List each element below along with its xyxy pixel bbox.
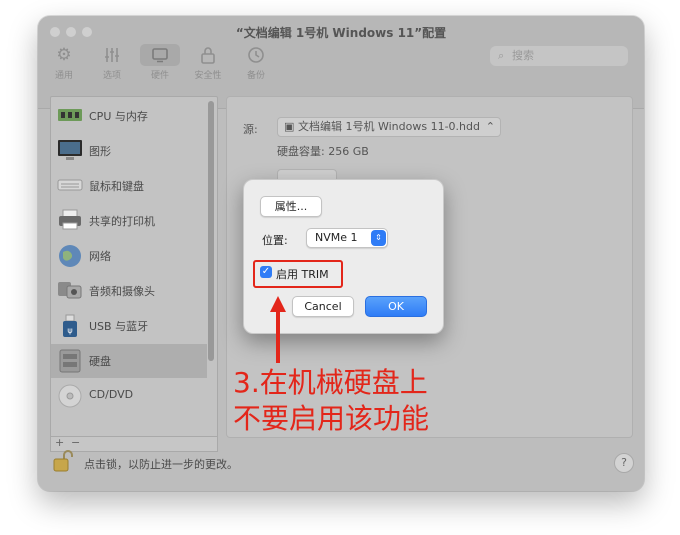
sidebar-item-label: CD/DVD (89, 388, 134, 401)
usb-icon: ψ (57, 314, 83, 337)
globe-icon (57, 244, 83, 267)
properties-button[interactable]: 属性... (260, 196, 322, 217)
chevron-updown-icon: ⌃ (485, 120, 495, 133)
cancel-button[interactable]: Cancel (292, 296, 354, 317)
lock-icon (188, 44, 228, 66)
toolbar-general-label: 通用 (54, 71, 73, 81)
printer-icon (57, 209, 83, 231)
source-value: 文档编辑 1号机 Windows 11-0.hdd (298, 120, 480, 133)
sidebar-item-label: 共享的打印机 (89, 215, 155, 228)
sliders-icon (92, 44, 132, 66)
toolbar-options-label: 选项 (102, 71, 121, 81)
chevron-updown-icon: ⇕ (371, 230, 386, 246)
monitor-icon (57, 139, 83, 161)
sidebar-scrollbar[interactable] (208, 101, 214, 361)
search-field[interactable]: ⌕ 搜索 (490, 46, 628, 66)
sidebar-item-mouse-keyboard[interactable]: 鼠标和键盘 (51, 169, 207, 203)
sidebar-item-label: 网络 (89, 250, 111, 263)
toolbar-backup[interactable]: 备份 (236, 44, 276, 81)
location-select[interactable]: NVMe 1 ⇕ (306, 228, 388, 248)
sidebar-item-cd-dvd[interactable]: CD/DVD (51, 379, 207, 413)
disk-capacity: 硬盘容量: 256 GB (277, 145, 369, 158)
sidebar-item-label: 音频和摄像头 (89, 285, 155, 298)
hard-disk-icon (57, 349, 83, 373)
toolbar-security[interactable]: 安全性 (188, 44, 228, 81)
sidebar-item-label: 鼠标和键盘 (89, 180, 144, 193)
toolbar-hardware[interactable]: 硬件 (140, 44, 180, 81)
annotation-text: 3.在机械硬盘上 不要启用该功能 (233, 365, 429, 437)
annotation-arrow-line (276, 311, 280, 363)
sidebar-item-printer[interactable]: 共享的打印机 (51, 204, 207, 238)
toolbar-general[interactable]: ⚙ 通用 (44, 44, 84, 81)
trim-checkbox[interactable]: ✓ (260, 266, 272, 278)
help-button[interactable]: ? (614, 453, 634, 473)
keyboard-icon (57, 174, 83, 196)
ok-button[interactable]: OK (365, 296, 427, 317)
toolbar-backup-label: 备份 (246, 71, 265, 81)
location-label: 位置: (262, 234, 288, 247)
toolbar-options[interactable]: 选项 (92, 44, 132, 81)
annotation-line-1: 3.在机械硬盘上 (233, 366, 428, 399)
hardware-sidebar: CPU 与内存 图形 鼠标和键盘 共享的打印机 网络 音频和摄像头 ψ USB … (50, 96, 218, 438)
unlock-icon[interactable] (52, 449, 74, 473)
cd-icon (57, 384, 83, 408)
sidebar-add-remove-bar: + − (50, 436, 218, 452)
sidebar-item-label: CPU 与内存 (89, 110, 148, 123)
sidebar-item-audio-camera[interactable]: 音频和摄像头 (51, 274, 207, 308)
hardware-icon (140, 44, 180, 66)
source-label: 源: (243, 123, 258, 136)
sidebar-item-usb-bluetooth[interactable]: ψ USB 与蓝牙 (51, 309, 207, 343)
source-select[interactable]: ▣ 文档编辑 1号机 Windows 11-0.hdd ⌃ (277, 117, 501, 137)
sidebar-item-label: 硬盘 (89, 355, 111, 368)
annotation-arrow-head (270, 296, 286, 312)
search-icon: ⌕ (498, 49, 505, 62)
toolbar-security-label: 安全性 (194, 71, 222, 81)
sidebar-item-label: USB 与蓝牙 (89, 320, 149, 333)
sidebar-item-network[interactable]: 网络 (51, 239, 207, 273)
annotation-line-2: 不要启用该功能 (233, 402, 430, 435)
disk-file-icon: ▣ (284, 120, 295, 133)
svg-text:ψ: ψ (67, 326, 72, 335)
search-placeholder: 搜索 (512, 49, 534, 62)
location-value: NVMe 1 (315, 231, 358, 244)
remove-device-button[interactable]: − (71, 436, 80, 449)
cpu-memory-icon (57, 104, 83, 126)
camera-icon (57, 279, 83, 301)
sidebar-item-label: 图形 (89, 145, 111, 158)
clock-icon (236, 44, 276, 66)
window-title: “文档编辑 1号机 Windows 11”配置 (235, 26, 447, 40)
sidebar-item-hard-disk[interactable]: 硬盘 (51, 344, 207, 378)
lock-hint: 点击锁，以防止进一步的更改。 (84, 458, 238, 471)
add-device-button[interactable]: + (55, 436, 64, 449)
sidebar-item-graphics[interactable]: 图形 (51, 134, 207, 168)
toolbar-hardware-label: 硬件 (150, 71, 169, 81)
trim-label: 启用 TRIM (276, 268, 329, 281)
gear-icon: ⚙ (56, 45, 72, 65)
sidebar-item-cpu-memory[interactable]: CPU 与内存 (51, 99, 207, 133)
